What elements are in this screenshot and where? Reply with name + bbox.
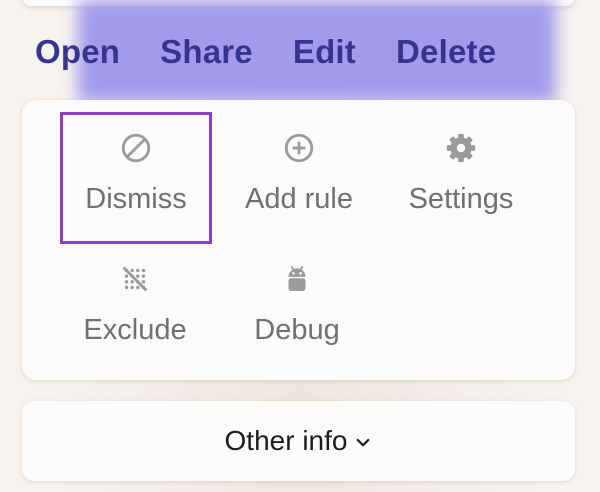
gear-icon xyxy=(446,133,476,163)
delete-button[interactable]: Delete xyxy=(396,33,496,71)
actions-menu: Dismiss Add rule Settings Exclude Debug xyxy=(22,100,575,380)
other-info-button[interactable]: Other info xyxy=(22,401,575,481)
settings-label: Settings xyxy=(408,183,514,215)
edit-button[interactable]: Edit xyxy=(293,33,356,71)
share-button[interactable]: Share xyxy=(160,33,253,71)
add-rule-label: Add rule xyxy=(244,183,353,215)
action-bar: Open Share Edit Delete xyxy=(35,30,496,74)
open-button[interactable]: Open xyxy=(35,33,120,71)
settings-button[interactable]: Settings xyxy=(386,115,536,235)
exclude-button[interactable]: Exclude xyxy=(60,246,210,366)
dismiss-button[interactable]: Dismiss xyxy=(60,112,212,244)
add-rule-button[interactable]: Add rule xyxy=(224,115,374,235)
grid-off-icon xyxy=(122,266,148,292)
other-info-label: Other info xyxy=(224,425,348,456)
android-icon xyxy=(288,265,306,292)
chevron-down-icon xyxy=(357,438,370,446)
exclude-label: Exclude xyxy=(83,314,187,346)
debug-label: Debug xyxy=(254,314,340,346)
block-icon xyxy=(121,133,151,163)
debug-button[interactable]: Debug xyxy=(222,246,372,366)
dismiss-label: Dismiss xyxy=(85,183,187,215)
add-circle-icon xyxy=(284,133,314,163)
